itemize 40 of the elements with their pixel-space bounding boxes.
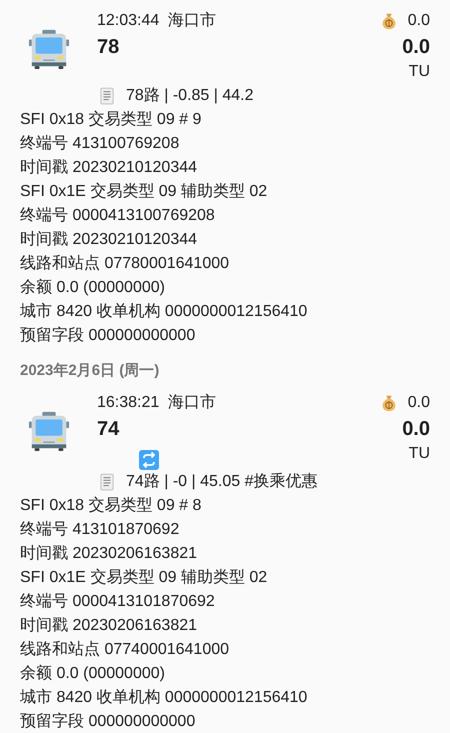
detail-line: 预留字段 000000000000 <box>20 712 196 732</box>
detail-line: SFI 0x18 交易类型 09 # 9 <box>20 110 202 130</box>
detail-line: 终端号 0000413100769208 <box>20 206 216 226</box>
date-header: 2023年2月6日 (周一) <box>20 361 160 381</box>
detail-line: 城市 8420 收单机构 0000000012156410 <box>20 688 308 708</box>
amount: 0.0 <box>402 417 430 442</box>
route-number: 74 <box>97 417 120 442</box>
detail-line: 预留字段 000000000000 <box>20 326 196 346</box>
detail-line: 时间戳 20230210120344 <box>20 230 198 250</box>
time-city: 12:03:44 海口市 <box>97 10 218 31</box>
detail-line: 余额 0.0 (00000000) <box>20 664 166 684</box>
amount-small: 0.0 <box>408 393 430 413</box>
amount: 0.0 <box>402 35 430 60</box>
detail-line: SFI 0x18 交易类型 09 # 8 <box>20 496 202 516</box>
detail-line: 时间戳 20230210120344 <box>20 158 198 178</box>
route-number: 78 <box>97 35 120 60</box>
memo-text: 74路 | -0 | 45.05 #换乘优惠 <box>126 472 318 492</box>
detail-line: 终端号 0000413101870692 <box>20 592 216 612</box>
bus-icon <box>28 410 70 452</box>
transfer-icon <box>139 450 159 470</box>
detail-line: 线路和站点 07740001641000 <box>20 640 230 660</box>
detail-line: 时间戳 20230206163821 <box>20 544 198 564</box>
unit-label: TU <box>408 444 430 464</box>
time-city: 16:38:21 海口市 <box>97 392 218 413</box>
detail-line: 线路和站点 07780001641000 <box>20 254 230 274</box>
memo-text: 78路 | -0.85 | 44.2 <box>126 86 254 106</box>
money-bag-icon <box>380 12 398 30</box>
money-bag-icon <box>380 394 398 412</box>
detail-line: 终端号 413100769208 <box>20 134 180 154</box>
detail-line: 终端号 413101870692 <box>20 520 180 540</box>
unit-label: TU <box>408 62 430 82</box>
bus-icon <box>28 28 70 70</box>
detail-line: 城市 8420 收单机构 0000000012156410 <box>20 302 308 322</box>
amount-small: 0.0 <box>408 11 430 31</box>
detail-line: SFI 0x1E 交易类型 09 辅助类型 02 <box>20 182 268 202</box>
detail-line: SFI 0x1E 交易类型 09 辅助类型 02 <box>20 568 268 588</box>
detail-line: 余额 0.0 (00000000) <box>20 278 166 298</box>
notepad-icon <box>100 87 114 105</box>
detail-line: 时间戳 20230206163821 <box>20 616 198 636</box>
notepad-icon <box>100 473 114 491</box>
